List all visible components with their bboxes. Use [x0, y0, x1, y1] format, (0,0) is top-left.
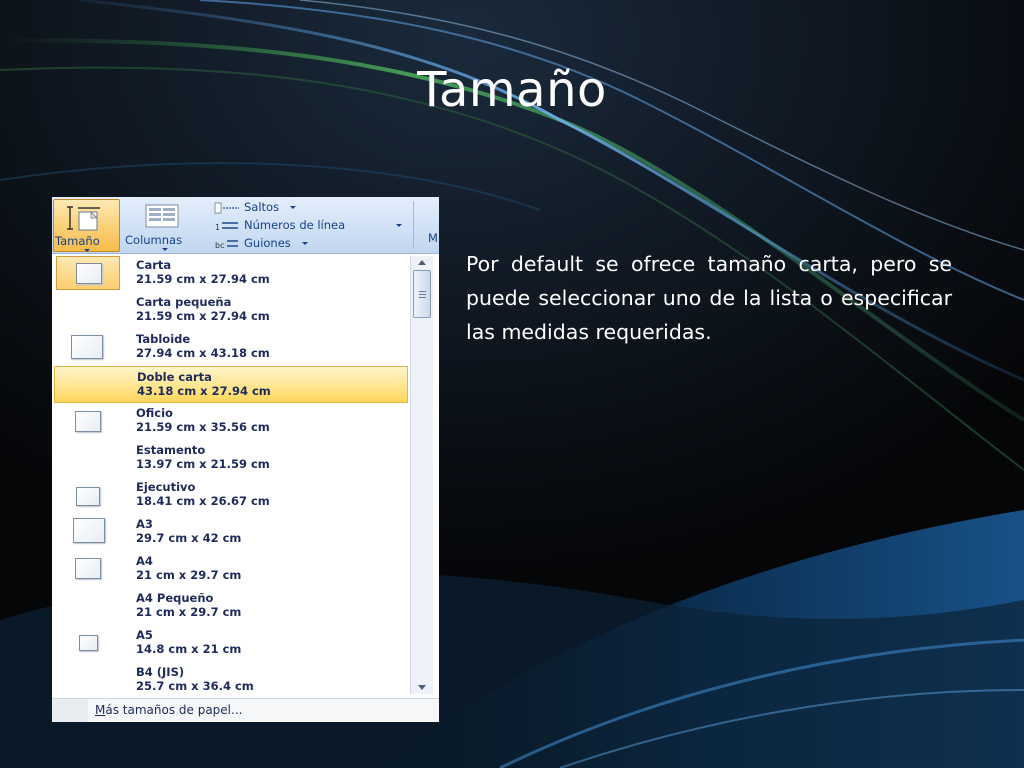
- saltos-button[interactable]: Saltos: [212, 200, 402, 216]
- size-item-ejecutivo[interactable]: Ejecutivo 18.41 cm x 26.67 cm: [54, 477, 408, 514]
- size-dimensions: 29.7 cm x 42 cm: [136, 531, 242, 545]
- scroll-down-arrow-icon[interactable]: [418, 685, 426, 690]
- page-thumbnail-icon: [75, 411, 101, 432]
- page-break-icon: [214, 202, 239, 214]
- size-dimensions: 21 cm x 29.7 cm: [136, 568, 242, 582]
- size-item-a4-pequeno[interactable]: A4 Pequeño 21 cm x 29.7 cm: [54, 588, 408, 625]
- size-dimensions: 14.8 cm x 21 cm: [136, 642, 242, 656]
- size-dimensions: 21.59 cm x 35.56 cm: [136, 420, 270, 434]
- page-thumbnail-icon: [76, 263, 102, 284]
- grip-line: [419, 297, 426, 298]
- size-name: Oficio: [136, 406, 173, 420]
- saltos-label: Saltos: [244, 200, 280, 214]
- size-name: Carta: [136, 258, 172, 272]
- scroll-up-arrow-icon[interactable]: [418, 260, 426, 265]
- chevron-down-icon: [396, 224, 402, 227]
- page-thumbnail-icon: [75, 558, 101, 579]
- hyphenation-icon: bc: [215, 240, 238, 250]
- size-dimensions: 13.97 cm x 21.59 cm: [136, 457, 270, 471]
- size-dimensions: 18.41 cm x 26.67 cm: [136, 494, 270, 508]
- slide-body-text: Por default se ofrece tamaño carta, pero…: [466, 252, 952, 344]
- size-item-a4[interactable]: A4 21 cm x 29.7 cm: [54, 551, 408, 588]
- size-name: B4 (JIS): [136, 665, 185, 679]
- size-dimensions: 21.59 cm x 27.94 cm: [136, 272, 270, 286]
- size-dimensions: 21 cm x 29.7 cm: [136, 605, 242, 619]
- chevron-down-icon: [302, 242, 308, 245]
- list-scrollbar[interactable]: [410, 256, 433, 694]
- page-thumbnail-icon: [76, 487, 100, 506]
- size-item-a3[interactable]: A3 29.7 cm x 42 cm: [54, 514, 408, 551]
- size-name: Estamento: [136, 443, 206, 457]
- page-thumbnail-icon: [73, 518, 105, 543]
- page-size-list: Carta 21.59 cm x 27.94 cm Carta pequeña …: [52, 254, 408, 696]
- columnas-button[interactable]: Columnas: [124, 199, 206, 252]
- line-numbers-icon: 1: [215, 222, 238, 232]
- scrollbar-thumb[interactable]: [413, 270, 431, 318]
- ribbon-separator: [413, 201, 414, 249]
- tamano-button[interactable]: Tamaño: [53, 199, 120, 252]
- page-size-icon: [67, 206, 100, 231]
- size-name: Carta pequeña: [136, 295, 232, 309]
- menu-footer: Más tamaños de papel...: [52, 698, 439, 722]
- size-item-oficio[interactable]: Oficio 21.59 cm x 35.56 cm: [54, 403, 408, 440]
- grip-line: [419, 291, 426, 292]
- selected-thumb-frame: [56, 256, 120, 290]
- size-dimensions: 27.94 cm x 43.18 cm: [136, 346, 270, 360]
- size-dimensions: 25.7 cm x 36.4 cm: [136, 679, 254, 693]
- page-thumbnail-icon: [79, 635, 98, 651]
- svg-text:1: 1: [215, 223, 220, 232]
- size-name: Tabloide: [136, 332, 191, 346]
- more-sizes-access-key: M: [95, 703, 106, 717]
- ribbon-toolbar: Tamaño Columnas Saltos 1 Números de líne…: [52, 197, 439, 254]
- size-name: Doble carta: [137, 370, 212, 384]
- size-dimensions: 21.59 cm x 27.94 cm: [136, 309, 270, 323]
- ribbon-partial-label: M: [428, 231, 438, 245]
- size-item-doble-carta[interactable]: Doble carta 43.18 cm x 27.94 cm: [54, 366, 408, 403]
- size-item-estamento[interactable]: Estamento 13.97 cm x 21.59 cm: [54, 440, 408, 477]
- footer-icon-gutter: [52, 699, 88, 722]
- size-name: Ejecutivo: [136, 480, 196, 494]
- numeros-linea-button[interactable]: 1 Números de línea: [212, 218, 402, 234]
- size-item-carta[interactable]: Carta 21.59 cm x 27.94 cm: [54, 255, 408, 292]
- tamano-label: Tamaño: [55, 234, 100, 248]
- svg-text:bc: bc: [215, 241, 224, 250]
- size-item-carta-pequena[interactable]: Carta pequeña 21.59 cm x 27.94 cm: [54, 292, 408, 329]
- more-sizes-text: ás tamaños de papel...: [105, 703, 243, 717]
- more-paper-sizes-link[interactable]: Más tamaños de papel...: [95, 703, 242, 717]
- guiones-label: Guiones: [244, 236, 291, 250]
- slide-title: Tamaño: [417, 62, 607, 118]
- columnas-label: Columnas: [125, 233, 183, 247]
- size-dimensions: 43.18 cm x 27.94 cm: [137, 384, 271, 398]
- size-item-tabloide[interactable]: Tabloide 27.94 cm x 43.18 cm: [54, 329, 408, 366]
- size-name: A4 Pequeño: [136, 591, 214, 605]
- grip-line: [419, 294, 426, 295]
- chevron-down-icon: [162, 248, 168, 251]
- page-thumbnail-icon: [71, 335, 103, 359]
- page-size-menu-screenshot: Tamaño Columnas Saltos 1 Números de líne…: [52, 197, 439, 722]
- size-item-b4-jis[interactable]: B4 (JIS) 25.7 cm x 36.4 cm: [54, 662, 408, 699]
- chevron-down-icon: [290, 206, 296, 209]
- guiones-button[interactable]: bc Guiones: [212, 236, 402, 252]
- size-name: A4: [136, 554, 153, 568]
- chevron-down-icon: [84, 249, 90, 252]
- columns-icon: [145, 204, 179, 228]
- numeros-linea-label: Números de línea: [244, 218, 346, 232]
- size-name: A5: [136, 628, 153, 642]
- size-item-a5[interactable]: A5 14.8 cm x 21 cm: [54, 625, 408, 662]
- size-name: A3: [136, 517, 153, 531]
